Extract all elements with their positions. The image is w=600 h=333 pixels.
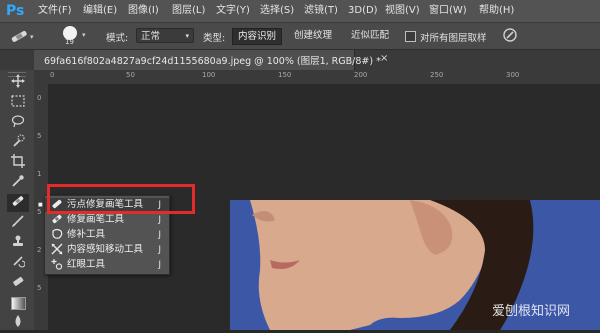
ruler-left-label: 2 xyxy=(37,246,42,254)
gradient-tool-icon[interactable] xyxy=(7,294,29,312)
flyout-item-red-eye[interactable]: 红眼工具 J xyxy=(45,258,169,272)
photoshop-logo: Ps xyxy=(6,3,25,19)
close-icon[interactable]: × xyxy=(380,53,388,64)
quick-selection-tool-icon[interactable] xyxy=(7,134,29,152)
menu-bar: Ps 文件(F) 编辑(E) 图像(I) 图层(L) 文字(Y) 选择(S) 滤… xyxy=(0,0,600,23)
crop-tool-icon[interactable] xyxy=(7,154,29,172)
flyout-item-label: 内容感知移动工具 xyxy=(67,244,144,255)
content-aware-move-icon xyxy=(50,243,64,257)
tools-panel xyxy=(0,70,35,330)
menu-select[interactable]: 选择(S) xyxy=(260,4,294,18)
menu-layer[interactable]: 图层(L) xyxy=(172,4,205,18)
menu-filter[interactable]: 滤镜(T) xyxy=(304,4,338,18)
flyout-item-healing-brush[interactable]: 修复画笔工具 J xyxy=(45,213,169,227)
move-tool-icon[interactable] xyxy=(7,74,29,92)
patch-icon xyxy=(50,228,64,242)
document-tab-title: 69fa616f802a4827a9cf24d1155680a9.jpeg @ … xyxy=(44,56,381,67)
type-proximity-match-button[interactable]: 近似匹配 xyxy=(346,28,394,43)
ruler-left-label: 1 xyxy=(37,170,42,178)
menu-help[interactable]: 帮助(H) xyxy=(479,4,514,18)
flyout-item-shortcut: J xyxy=(158,215,161,225)
blur-tool-icon[interactable] xyxy=(7,314,29,332)
type-content-aware-label: 内容识别 xyxy=(237,31,276,42)
marquee-tool-icon[interactable] xyxy=(7,94,29,112)
menu-type[interactable]: 文字(Y) xyxy=(216,4,250,18)
options-bar: ▾ 19 ▾ 模式: 正常 ▾ 类型: 内容识别 创建纹理 近似匹配 对所有图层… xyxy=(0,23,600,50)
healing-brush-icon xyxy=(50,213,64,227)
eraser-tool-icon[interactable] xyxy=(7,274,29,292)
flyout-item-content-aware-move[interactable]: 内容感知移动工具 J xyxy=(45,243,169,257)
brush-size-value: 19 xyxy=(65,38,74,46)
menu-file[interactable]: 文件(F) xyxy=(38,4,72,18)
ruler-left-label: 5 xyxy=(37,284,42,292)
document-tab-bar: 69fa616f802a4827a9cf24d1155680a9.jpeg @ … xyxy=(0,50,600,71)
flyout-item-label: 修补工具 xyxy=(67,229,106,240)
brush-picker-arrow-icon[interactable]: ▾ xyxy=(82,31,86,39)
ruler-top-label: 200 xyxy=(354,71,368,79)
menu-edit[interactable]: 编辑(E) xyxy=(83,4,117,18)
type-create-texture-label: 创建纹理 xyxy=(293,30,332,41)
flyout-item-shortcut: J xyxy=(158,260,161,270)
ruler-top-label: 50 xyxy=(126,71,135,79)
flyout-item-shortcut: J xyxy=(158,245,161,255)
type-label: 类型: xyxy=(203,33,226,44)
ruler-top-label: 100 xyxy=(202,71,216,79)
highlight-annotation-box xyxy=(47,184,195,214)
healing-brush-tool-icon[interactable] xyxy=(7,194,29,212)
document-tab[interactable]: 69fa616f802a4827a9cf24d1155680a9.jpeg @ … xyxy=(34,50,388,70)
flyout-item-label: 红眼工具 xyxy=(67,259,106,270)
spot-healing-brush-icon[interactable] xyxy=(8,28,30,44)
watermark: 爱刨根知识网 xyxy=(492,304,571,319)
ruler-top-label: 250 xyxy=(430,71,444,79)
menu-window[interactable]: 窗口(W) xyxy=(429,4,467,18)
flyout-item-shortcut: J xyxy=(158,230,161,240)
sample-all-layers-label: 对所有图层取样 xyxy=(420,33,487,44)
chevron-down-icon: ▾ xyxy=(185,32,189,40)
clone-stamp-tool-icon[interactable] xyxy=(7,234,29,252)
active-tool-marker: ■ xyxy=(38,202,43,208)
ruler-left-label: 5 xyxy=(37,132,42,140)
ruler-left-label: 0 xyxy=(37,94,42,102)
mode-label: 模式: xyxy=(106,33,129,44)
menu-image[interactable]: 图像(I) xyxy=(128,4,159,18)
ruler-top-label: 0 xyxy=(50,71,55,79)
sample-all-layers-checkbox[interactable] xyxy=(405,31,416,42)
type-content-aware-button[interactable]: 内容识别 xyxy=(232,28,282,45)
lasso-tool-icon[interactable] xyxy=(7,114,29,132)
mode-value: 正常 xyxy=(141,31,161,42)
flyout-item-label: 修复画笔工具 xyxy=(67,214,125,225)
history-brush-tool-icon[interactable] xyxy=(7,254,29,272)
mode-select[interactable]: 正常 ▾ xyxy=(136,28,194,43)
ruler-top-label: 300 xyxy=(506,71,520,79)
menu-view[interactable]: 视图(V) xyxy=(385,4,420,18)
type-create-texture-button[interactable]: 创建纹理 xyxy=(289,28,337,43)
menu-3d[interactable]: 3D(D) xyxy=(348,4,378,18)
brush-tool-icon[interactable] xyxy=(7,214,29,232)
ruler-top-label: 150 xyxy=(278,71,292,79)
pressure-size-icon[interactable] xyxy=(502,27,518,43)
horizontal-ruler[interactable]: 0 50 100 150 200 250 300 xyxy=(34,70,600,85)
red-eye-icon xyxy=(50,258,64,272)
type-proximity-match-label: 近似匹配 xyxy=(350,30,389,41)
tool-preset-picker-arrow-icon[interactable]: ▾ xyxy=(30,33,34,41)
eyedropper-tool-icon[interactable] xyxy=(7,174,29,192)
flyout-item-patch[interactable]: 修补工具 J xyxy=(45,228,169,242)
